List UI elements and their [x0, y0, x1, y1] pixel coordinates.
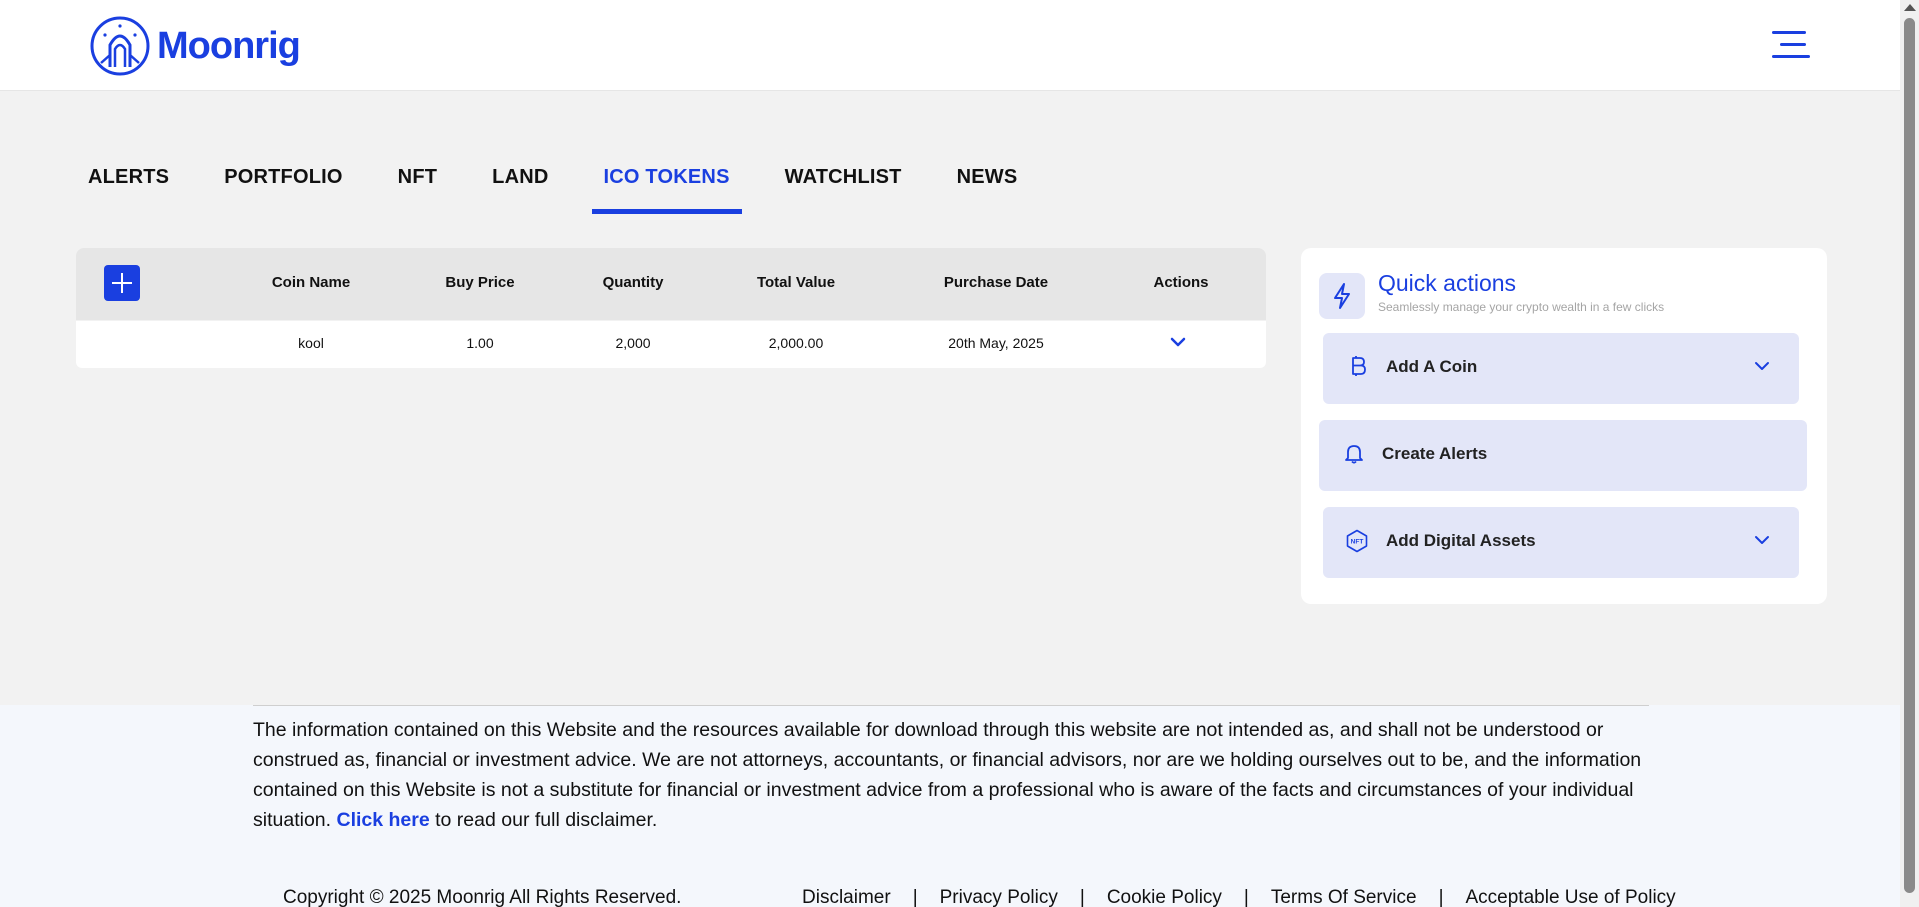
token-table-header: Coin Name Buy Price Quantity Total Value…: [76, 248, 1266, 320]
cell-total-value: 2,000.00: [768, 335, 824, 351]
tab-portfolio[interactable]: PORTFOLIO: [212, 156, 354, 210]
site-header: Moonrig: [0, 0, 1900, 91]
table-row: kool 1.00 2,000 2,000.00 20th May, 2025: [76, 321, 1266, 368]
cell-coin-name: kool: [298, 335, 324, 351]
column-header-coin-name: Coin Name: [271, 274, 351, 291]
footer-link-separator: |: [1243, 887, 1249, 907]
quick-actions-subtitle: Seamlessly manage your crypto wealth in …: [1378, 300, 1665, 314]
footer-divider: [253, 705, 1649, 706]
bitcoin-icon: [1352, 356, 1366, 376]
tab-watchlist[interactable]: WATCHLIST: [773, 156, 914, 210]
column-header-purchase-date: Purchase Date: [943, 274, 1049, 291]
column-header-actions: Actions: [1153, 274, 1209, 291]
add-a-coin-label: Add A Coin: [1386, 357, 1478, 376]
site-footer: The information contained on this Websit…: [0, 705, 1900, 907]
column-header-buy-price: Buy Price: [445, 274, 515, 291]
tab-alerts[interactable]: ALERTS: [76, 156, 181, 210]
chevron-down-icon: [1755, 536, 1769, 544]
bell-icon: [1345, 445, 1363, 464]
quick-actions-title: Quick actions: [1378, 270, 1517, 296]
add-a-coin-button[interactable]: Add A Coin: [1323, 333, 1799, 404]
disclaimer-text: The information contained on this Websit…: [253, 715, 1653, 835]
add-digital-assets-label: Add Digital Assets: [1386, 531, 1536, 550]
nft-icon: NFT: [1346, 529, 1368, 553]
footer-link-separator: |: [912, 887, 918, 907]
section-tabs: ALERTS PORTFOLIO NFT LAND ICO TOKENS WAT…: [76, 156, 1060, 214]
quick-actions-panel: Quick actions Seamlessly manage your cry…: [1301, 248, 1827, 604]
create-alerts-button[interactable]: Create Alerts: [1319, 420, 1807, 491]
column-header-total-value: Total Value: [756, 274, 836, 291]
footer-link-acceptable-use[interactable]: Acceptable Use of Policy: [1466, 887, 1676, 907]
create-alerts-label: Create Alerts: [1382, 444, 1488, 463]
footer-link-privacy-policy[interactable]: Privacy Policy: [940, 887, 1058, 907]
footer-link-separator: |: [1438, 887, 1444, 907]
svg-text:NFT: NFT: [1351, 539, 1364, 546]
footer-links: Disclaimer | Privacy Policy | Cookie Pol…: [802, 887, 1676, 907]
add-token-button[interactable]: [104, 265, 140, 301]
brand-name: Moonrig: [157, 24, 301, 67]
scroll-up-arrow-icon[interactable]: [1904, 4, 1916, 11]
cell-purchase-date: 20th May, 2025: [948, 335, 1044, 351]
cell-quantity: 2,000: [615, 335, 651, 351]
disclaimer-link[interactable]: Click here: [336, 809, 429, 831]
quick-actions-badge: [1319, 273, 1365, 319]
disclaimer-tail: to read our full disclaimer.: [435, 809, 658, 831]
chevron-down-icon: [1755, 362, 1769, 370]
add-digital-assets-button[interactable]: NFT Add Digital Assets: [1323, 507, 1799, 578]
tab-ico-tokens[interactable]: ICO TOKENS: [591, 156, 742, 214]
brand-logo[interactable]: Moonrig: [89, 15, 301, 77]
lightning-icon: [1334, 283, 1350, 309]
column-header-quantity: Quantity: [602, 274, 664, 291]
chevron-down-icon[interactable]: [1168, 334, 1188, 350]
footer-link-separator: |: [1079, 887, 1085, 907]
tab-nft[interactable]: NFT: [386, 156, 449, 210]
moonrig-logo-icon: [90, 16, 150, 76]
footer-link-disclaimer[interactable]: Disclaimer: [802, 887, 891, 907]
hamburger-menu-icon[interactable]: [1772, 29, 1810, 61]
footer-link-cookie-policy[interactable]: Cookie Policy: [1107, 887, 1222, 907]
copyright-text: Copyright © 2025 Moonrig All Rights Rese…: [283, 887, 682, 907]
cell-buy-price: 1.00: [466, 335, 494, 351]
footer-link-terms-of-service[interactable]: Terms Of Service: [1271, 887, 1417, 907]
tab-land[interactable]: LAND: [480, 156, 560, 210]
scrollbar-thumb[interactable]: [1904, 18, 1915, 893]
vertical-scrollbar[interactable]: [1900, 0, 1919, 907]
tab-news[interactable]: NEWS: [945, 156, 1030, 210]
